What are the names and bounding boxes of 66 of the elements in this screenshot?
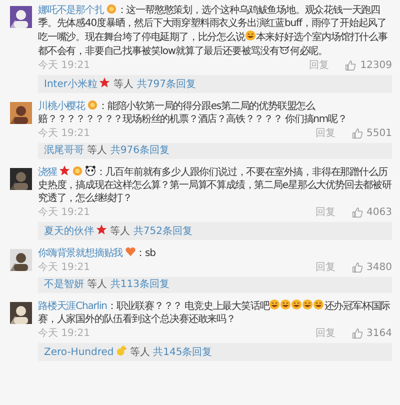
cow-icon (278, 44, 290, 55)
laughing-face-icon (291, 299, 302, 310)
reply-link[interactable]: 回复 (316, 126, 336, 141)
etc-label: 等人 (130, 347, 150, 358)
username[interactable]: 路楼天涯Charlin (38, 301, 107, 312)
comment-text: 川桃小樱花 ：能陪小软第一局的得分跟es第二局的优势联盟怎么赔？？？？？？？？现场粉丝的机票？酒店？高铁？？？？ 你们搞nm呢？ (38, 99, 348, 126)
username[interactable]: 泯尾哥哥 (44, 145, 84, 156)
replies-panel[interactable]: 泯尾哥哥 等人 共976条回复 (38, 143, 392, 159)
etc-label: 等人 (114, 79, 134, 90)
comment-text: 娜吒不是那个扎 ：这一帮憨憨策划，选个这种乌鸡鲅鱼场地。观众花钱一天跑四季。先体感40度暴晒，然后下大雨穿塑料雨衣义务出演红蓝buff，雨停了开始起风了吃一嘴沙。现在舞台垮了停电延期了，比分怎么说 本来好好选个室内场馆打什么事都不会有，非要自己找事被笑low就算了最后还要被骂没有 何必呢。 (38, 3, 388, 58)
laughing-face-icon (244, 30, 256, 41)
comment-text: 浇猩 ：几百年前就有多少人跟你们说过，不要在室外搞，非得在那蹭什么历史热度，搞成现在这样怎么算？第一局算不算成绩，第二局e星那么大优势回去都被研究透了，怎么继续打？ (38, 165, 392, 205)
medal-icon (72, 165, 83, 176)
timestamp: 今天 19:21 (38, 261, 90, 275)
star-icon (58, 165, 70, 176)
reply-count-link[interactable]: 共145条回复 (153, 347, 212, 358)
reply-link[interactable]: 回复 (316, 326, 336, 341)
like-count[interactable]: 3164 (366, 326, 392, 341)
replies-panel[interactable]: 不是智妍 等人 共113条回复 (38, 277, 392, 293)
thumbs-up-icon (352, 328, 363, 339)
thumbs-up-icon (352, 128, 363, 139)
replies-panel[interactable]: Inter小米粒 等人 共797条回复 (38, 75, 392, 93)
heart-icon (124, 246, 136, 257)
username[interactable]: 你嗨背景就想摘贴我 (38, 248, 123, 259)
like-count[interactable]: 3480 (366, 260, 392, 275)
reply-link[interactable]: 回复 (316, 260, 336, 275)
timestamp: 今天 19:21 (38, 206, 90, 220)
star-icon (99, 77, 110, 88)
username[interactable]: 不是智妍 (44, 279, 84, 290)
laughing-face-icon (269, 299, 280, 310)
timestamp: 今天 19:21 (38, 59, 90, 73)
etc-label: 等人 (110, 226, 130, 237)
username[interactable]: 夏天的伙伴 (44, 226, 94, 237)
like-count[interactable]: 5501 (366, 126, 392, 141)
username[interactable]: 浇猩 (38, 167, 57, 178)
reply-count-link[interactable]: 共976条回复 (110, 145, 170, 156)
thumbs-up-icon (345, 60, 356, 71)
reply-count-link[interactable]: 共797条回复 (136, 79, 196, 90)
timestamp: 今天 19:21 (38, 127, 90, 141)
medal-icon (87, 99, 98, 110)
replies-panel[interactable]: 夏天的伙伴 等人 共752条回复 (38, 222, 392, 240)
etc-label: 等人 (87, 145, 108, 156)
duck-icon (116, 345, 127, 356)
reply-link[interactable]: 回复 (316, 205, 336, 220)
comment-text: 你嗨背景就想摘贴我 ：sb (38, 246, 156, 260)
comment-text: 路楼天涯Charlin：职业联赛？？？ 电竞史上最大笑话吧 还办冠军杯国际赛，人家国外的队伍看到这个总决赛还敢来吗？ (38, 299, 392, 326)
star-icon (96, 224, 107, 235)
panda-icon (84, 165, 96, 176)
reply-count-link[interactable]: 共752条回复 (133, 226, 192, 237)
laughing-face-icon (313, 299, 324, 310)
thumbs-up-icon (352, 262, 363, 273)
replies-panel[interactable]: Zero-Hundred 等人 共145条回复 (38, 343, 392, 361)
medal-icon (106, 3, 117, 14)
username[interactable]: 川桃小樱花 (38, 101, 86, 112)
laughing-face-icon (302, 299, 314, 310)
like-count[interactable]: 4063 (366, 205, 392, 220)
laughing-face-icon (280, 299, 292, 310)
username[interactable]: Zero-Hundred (44, 347, 114, 358)
etc-label: 等人 (87, 279, 108, 290)
username[interactable]: Inter小米粒 (44, 79, 98, 90)
reply-count-link[interactable]: 共113条回复 (110, 279, 170, 290)
like-count[interactable]: 12309 (360, 58, 392, 73)
thumbs-up-icon (352, 207, 363, 218)
timestamp: 今天 19:21 (38, 327, 90, 341)
reply-link[interactable]: 回复 (309, 58, 330, 73)
username[interactable]: 娜吒不是那个扎 (38, 5, 104, 16)
